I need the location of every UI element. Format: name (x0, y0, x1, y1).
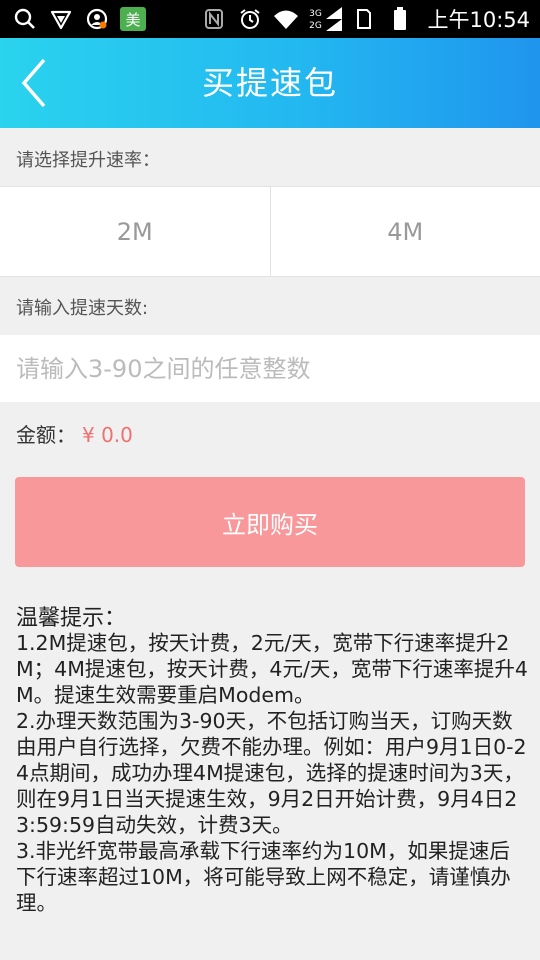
battery-icon (387, 6, 413, 32)
amount-row: 金额： ¥ 0.0 (16, 419, 133, 448)
buy-now-button[interactable]: 立即购买 (15, 477, 525, 567)
status-bar-left: 美 (12, 6, 146, 32)
clock: 上午10:54 (427, 8, 530, 32)
tip-item: 1.2M提速包，按天计费，2元/天，宽带下行速率提升2M；4M提速包，按天计费，… (16, 631, 528, 707)
tip-item: 3.非光纤宽带最高承载下行速率约为10M，如果提速后下行速率超过10M，将可能导… (16, 839, 511, 915)
tips-title: 温馨提示： (16, 606, 127, 631)
alarm-icon (237, 6, 263, 32)
nfc-icon (201, 6, 227, 32)
vpn-shield-icon (48, 6, 74, 32)
status-bar: 美 3G 2G 上午10:54 (0, 0, 540, 38)
speed-option-2m[interactable]: 2M (0, 187, 270, 276)
account-icon (84, 6, 110, 32)
search-icon (12, 6, 38, 32)
signal-3g-icon: 3G 2G (309, 6, 342, 32)
days-label: 请输入提速天数: (16, 298, 149, 319)
tip-item: 2.办理天数范围为3-90天，不包括订购当天，订购天数由用户自行选择，欠费不能办… (16, 709, 527, 837)
wifi-icon (273, 6, 299, 32)
amount-value: ¥ 0.0 (82, 423, 133, 447)
status-bar-right: 3G 2G 上午10:54 (201, 4, 530, 34)
meituan-icon: 美 (120, 7, 146, 31)
signal-2g-icon: 2G (309, 19, 342, 31)
speed-option-4m[interactable]: 4M (269, 187, 540, 276)
days-input[interactable] (0, 335, 540, 402)
sim-icon (351, 6, 377, 32)
amount-label: 金额： (16, 423, 76, 447)
page-title: 买提速包 (201, 64, 338, 102)
speed-options: 2M 4M (0, 186, 540, 277)
speed-label: 请选择提升速率： (16, 150, 160, 171)
app-header: 买提速包 (0, 38, 540, 128)
tips-body: 1.2M提速包，按天计费，2元/天，宽带下行速率提升2M；4M提速包，按天计费，… (16, 630, 528, 916)
